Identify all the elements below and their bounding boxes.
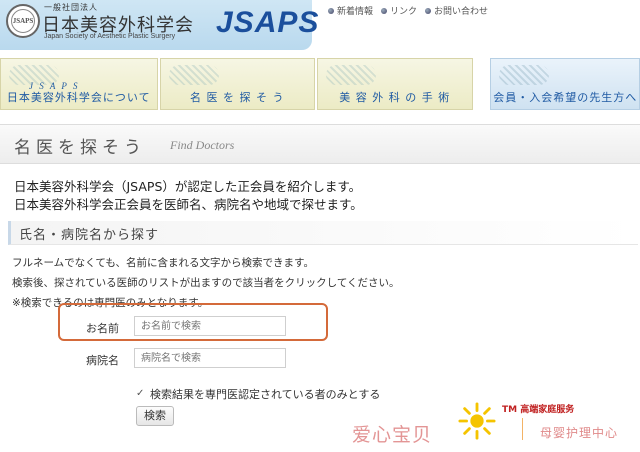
nav-label: 美 容 外 科 の 手 術: [339, 91, 451, 104]
nav-item-members[interactable]: 会員・入会希望の先生方へ: [490, 58, 640, 110]
name-label: お名前: [86, 322, 119, 335]
name-search-input[interactable]: [134, 316, 286, 336]
page-title: 名医を探そう: [14, 138, 146, 158]
link-news[interactable]: 新着情報: [328, 4, 373, 17]
society-seal-icon: JSAPS: [6, 4, 40, 38]
nav-item-about[interactable]: J S A P S 日本美容外科学会について: [0, 58, 158, 110]
top-links: 新着情報 リンク お問い合わせ: [328, 4, 488, 17]
checkbox-label: 検索結果を専門医認定されている者のみとする: [150, 388, 381, 401]
intro-line: 日本美容外科学会（JSAPS）が認定した正会員を紹介します。: [14, 179, 362, 194]
watermark-divider: [522, 418, 523, 440]
hospital-label: 病院名: [86, 354, 119, 367]
page-title-english: Find Doctors: [170, 138, 235, 152]
bullet-icon: [381, 7, 388, 14]
watermark-text: 爱心宝贝: [352, 424, 433, 446]
link-contact[interactable]: お問い合わせ: [425, 4, 488, 17]
nav-item-surgery[interactable]: 美 容 外 科 の 手 術: [317, 58, 473, 110]
nav-label: 日本美容外科学会について: [6, 91, 151, 104]
bullet-icon: [328, 7, 334, 14]
nav-label: 名 医 を 探 そ う: [190, 91, 285, 104]
nav-decoration: [326, 65, 377, 85]
watermark-text-right: 母婴护理中心: [540, 426, 619, 440]
specialist-only-checkbox[interactable]: ✓ 検索結果を専門医認定されている者のみとする: [136, 386, 380, 402]
help-note: ※検索できるのは専門医のみとなります。: [12, 297, 209, 309]
checkmark-icon[interactable]: ✓: [136, 389, 146, 399]
help-note: フルネームでなくても、名前に含まれる文字から検索できます。: [12, 257, 314, 269]
watermark-tm: TM 高端家庭服务: [502, 405, 575, 415]
main-nav: J S A P S 日本美容外科学会について 名 医 を 探 そ う 美 容 外…: [0, 58, 640, 110]
hospital-search-input[interactable]: [134, 348, 286, 368]
section-heading-text: 氏名・病院名から探す: [19, 228, 160, 243]
nav-label: 会員・入会希望の先生方へ: [493, 91, 638, 104]
nav-item-find-doctors[interactable]: 名 医 を 探 そ う: [159, 58, 316, 110]
section-heading: 氏名・病院名から探す: [8, 221, 638, 245]
page-title-band: 名医を探そう Find Doctors: [0, 124, 640, 164]
org-english-name: Japan Society of Aesthetic Plastic Surge…: [44, 33, 176, 40]
nav-sub-label: J S A P S: [29, 81, 80, 91]
link-links[interactable]: リンク: [381, 4, 417, 17]
nav-decoration: [499, 65, 550, 85]
logo-area[interactable]: JSAPS 一般社団法人 日本美容外科学会 Japan Society of A…: [0, 0, 318, 50]
sunburst-logo-icon: [458, 402, 496, 440]
site-header: JSAPS 一般社団法人 日本美容外科学会 Japan Society of A…: [0, 0, 640, 52]
jsaps-logo-text: JSAPS: [216, 6, 320, 39]
help-note: 検索後、探されている医師のリストが出ますので該当者をクリックしてください。: [12, 277, 400, 289]
intro-line: 日本美容外科学会正会員を医師名、病院名や地域で探せます。: [14, 197, 363, 212]
bullet-icon: [425, 7, 432, 14]
intro-text: 日本美容外科学会（JSAPS）が認定した正会員を紹介します。 日本美容外科学会正…: [14, 178, 363, 214]
search-button[interactable]: 検索: [136, 406, 174, 426]
nav-decoration: [168, 65, 219, 85]
